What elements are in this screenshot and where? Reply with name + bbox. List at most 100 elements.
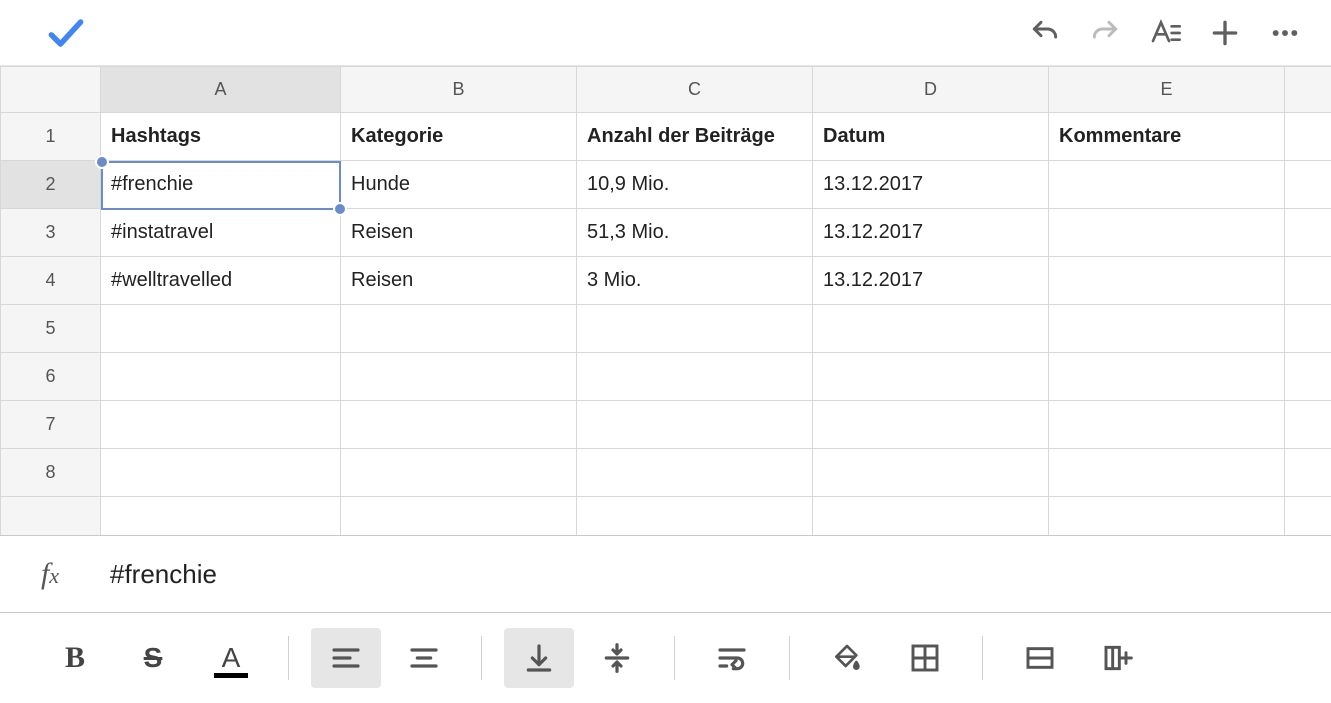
confirm-button[interactable] [36,9,96,57]
cell[interactable] [341,353,577,401]
text-color-button[interactable]: A [196,628,266,688]
cell[interactable] [101,353,341,401]
column-header-C[interactable]: C [577,67,813,113]
merge-cells-button[interactable] [1005,628,1075,688]
strikethrough-button[interactable]: S [118,628,188,688]
column-header-D[interactable]: D [813,67,1049,113]
cell[interactable]: #instatravel [101,209,341,257]
row-header[interactable]: 3 [1,209,101,257]
cell[interactable] [577,401,813,449]
cell[interactable]: 13.12.2017 [813,257,1049,305]
row-header[interactable]: 2 [1,161,101,209]
toolbar-divider [982,636,983,680]
cell[interactable] [1049,353,1285,401]
cell[interactable] [1049,449,1285,497]
cell[interactable] [813,449,1049,497]
insert-button[interactable] [1195,9,1255,57]
fill-color-button[interactable] [812,628,882,688]
align-left-button[interactable] [311,628,381,688]
top-toolbar [0,0,1331,66]
spreadsheet-grid[interactable]: A B C D E 1 Hashtags Kategorie Anzahl de… [0,66,1331,535]
cell[interactable] [1285,449,1331,497]
cell[interactable]: 51,3 Mio. [577,209,813,257]
cell[interactable]: 3 Mio. [577,257,813,305]
cell[interactable] [1285,161,1331,209]
cell[interactable]: #welltravelled [101,257,341,305]
strikethrough-icon: S [144,642,163,674]
cell[interactable] [1285,353,1331,401]
fill-color-icon [831,642,863,674]
redo-button[interactable] [1075,9,1135,57]
column-header-B[interactable]: B [341,67,577,113]
text-wrap-button[interactable] [697,628,767,688]
cell[interactable] [1285,113,1331,161]
row-header[interactable]: 8 [1,449,101,497]
bold-button[interactable]: B [40,628,110,688]
cell[interactable] [577,353,813,401]
cell[interactable] [101,305,341,353]
cell[interactable]: Kategorie [341,113,577,161]
row-header[interactable]: 4 [1,257,101,305]
cell[interactable] [1049,401,1285,449]
cell[interactable]: 13.12.2017 [813,161,1049,209]
align-center-button[interactable] [389,628,459,688]
cell[interactable]: 10,9 Mio. [577,161,813,209]
cell[interactable]: Anzahl der Beiträge [577,113,813,161]
formula-bar: fx [0,535,1331,613]
bottom-toolbar: B S A [0,613,1331,703]
cell[interactable] [341,305,577,353]
cell[interactable] [577,497,813,536]
cell[interactable]: Hashtags [101,113,341,161]
cell[interactable]: #frenchie [101,161,341,209]
text-format-button[interactable] [1135,9,1195,57]
cell[interactable]: Hunde [341,161,577,209]
column-header-extra[interactable] [1285,67,1331,113]
cell[interactable] [341,401,577,449]
cell[interactable] [1285,209,1331,257]
cell[interactable] [577,449,813,497]
cell[interactable] [813,305,1049,353]
align-left-icon [330,642,362,674]
borders-button[interactable] [890,628,960,688]
cell[interactable] [1285,401,1331,449]
cell[interactable]: Reisen [341,209,577,257]
toolbar-divider [789,636,790,680]
cell[interactable] [341,497,577,536]
cell[interactable]: Reisen [341,257,577,305]
cell[interactable] [813,353,1049,401]
cell[interactable] [1285,257,1331,305]
cell[interactable] [577,305,813,353]
row-header[interactable]: 7 [1,401,101,449]
undo-button[interactable] [1015,9,1075,57]
select-all-corner[interactable] [1,67,101,113]
cell[interactable] [101,449,341,497]
cell[interactable] [813,401,1049,449]
cell[interactable] [1285,305,1331,353]
valign-middle-icon [601,642,633,674]
cell[interactable] [101,401,341,449]
cell[interactable] [1049,209,1285,257]
cell[interactable] [101,497,341,536]
cell[interactable] [1049,257,1285,305]
valign-bottom-button[interactable] [504,628,574,688]
valign-middle-button[interactable] [582,628,652,688]
cell[interactable] [1285,497,1331,536]
cell[interactable]: Datum [813,113,1049,161]
column-header-A[interactable]: A [101,67,341,113]
more-button[interactable] [1255,9,1315,57]
merge-cells-icon [1024,642,1056,674]
insert-column-button[interactable] [1083,628,1153,688]
row-header[interactable]: 1 [1,113,101,161]
cell[interactable]: 13.12.2017 [813,209,1049,257]
cell[interactable] [341,449,577,497]
formula-input[interactable] [100,559,1331,590]
cell[interactable]: Kommentare [1049,113,1285,161]
cell[interactable] [1049,497,1285,536]
column-header-E[interactable]: E [1049,67,1285,113]
row-header[interactable]: 5 [1,305,101,353]
row-header[interactable] [1,497,101,536]
cell[interactable] [1049,305,1285,353]
cell[interactable] [813,497,1049,536]
cell[interactable] [1049,161,1285,209]
row-header[interactable]: 6 [1,353,101,401]
